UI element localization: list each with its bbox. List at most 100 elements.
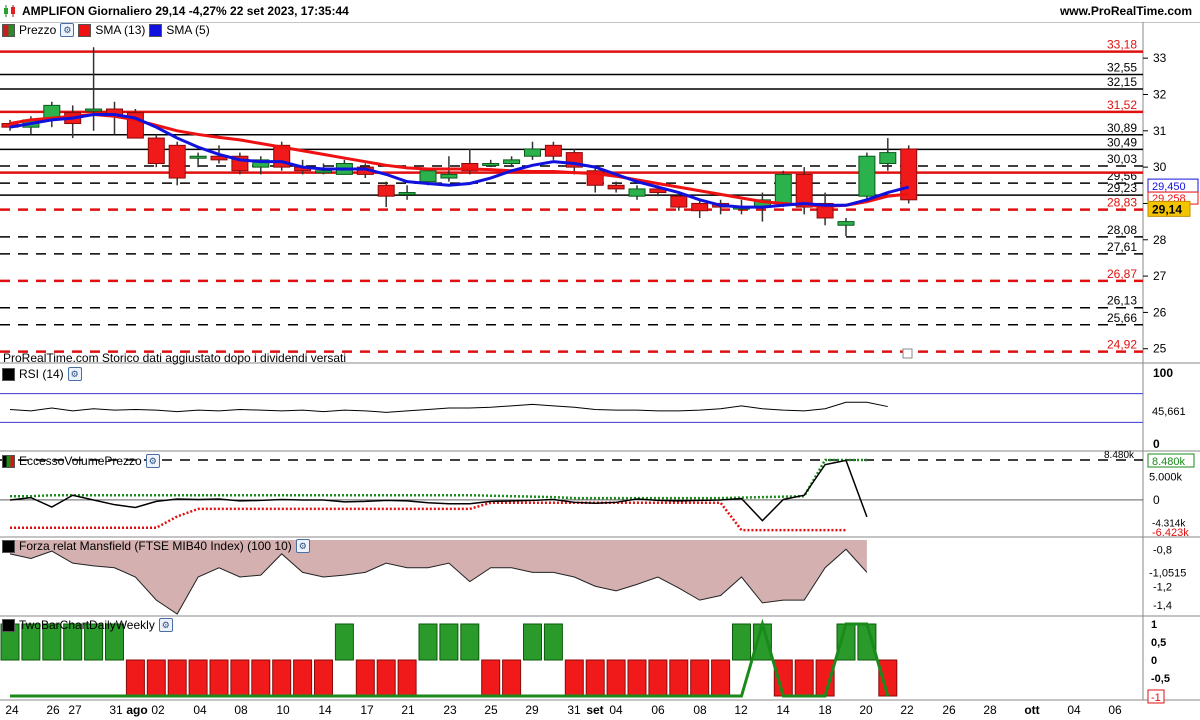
mansfield-tick-label: -1,4 [1153,600,1172,612]
title-bar: AMPLIFON Giornaliero 29,14 -4,27% 22 set… [0,0,1200,22]
x-axis-label: 06 [651,703,665,717]
level-label: 32,55 [1107,61,1137,75]
site-link[interactable]: www.ProRealTime.com [1060,4,1192,18]
candle [670,195,688,208]
level-label: 32,15 [1107,75,1137,89]
twobar-bar [251,659,271,697]
twobar-bar [606,659,626,697]
instrument-title: AMPLIFON Giornaliero 29,14 -4,27% 22 set… [22,4,349,18]
candle [900,148,918,201]
candle [524,148,541,157]
twobar-bar [481,659,501,697]
x-axis-label: 02 [151,703,165,717]
candle [377,184,395,197]
mansfield-swatch [2,539,15,553]
info-icon [902,348,913,359]
candle [544,144,562,157]
twobar-bar [418,623,438,661]
candle [147,137,165,164]
candle [315,170,332,174]
wrench-icon[interactable]: ⚙ [295,539,310,553]
level-label: 31,52 [1107,98,1137,112]
twobar-bar [648,659,668,697]
data-note: ProRealTime.com Storico dati aggiustato … [3,351,347,365]
twobar-bar [230,659,250,697]
x-axis-label: 31 [567,703,581,717]
last-price-label: 29,14 [1152,202,1182,216]
twobar-bar [564,659,584,697]
twobar-legend: TwoBarChartDailyWeekly ⚙ [2,617,173,633]
rsi-value-label: 45,661 [1152,406,1186,418]
x-axis-label: 29 [525,703,539,717]
twobar-bar [543,623,563,661]
twobar-bar [585,659,605,697]
price-swatch [2,23,15,37]
x-axis-label: ott [1024,703,1039,717]
level-label: 24,92 [1107,338,1137,352]
twobar-bar [439,623,459,661]
x-axis-label: 26 [46,703,60,717]
twobar-legend-label: TwoBarChartDailyWeekly [19,618,155,632]
twobar-bar [376,659,396,697]
rsi-tick-label: 0 [1153,437,1160,451]
candle [503,159,521,164]
twobar-bar [272,659,292,697]
twobar-swatch [2,618,15,632]
twobar-bar [523,623,542,661]
candle [189,155,207,159]
twobar-tick-label: -0,5 [1151,673,1170,685]
twobar-tick-label: 0 [1151,655,1157,667]
axis-tick-label: 25 [1153,342,1167,356]
twobar-bar [794,659,814,697]
rsi-legend: RSI (14) ⚙ [2,366,82,382]
x-axis-label: 06 [1108,703,1122,717]
x-axis-label: 23 [443,703,457,717]
candle [628,188,646,197]
twobar-bar [460,623,480,661]
price-legend: Prezzo ⚙ SMA (13) SMA (5) [2,22,210,38]
rsi-swatch [2,367,15,381]
sma13-legend-label: SMA (13) [95,23,146,37]
volume-legend: EccessoVolumePrezzo ⚙ [2,453,160,469]
x-axis-label: 17 [360,703,374,717]
mansfield-value-label: -1,0515 [1149,568,1186,580]
twobar-bar [314,659,333,697]
level-label: 26,13 [1107,294,1137,308]
x-axis-label: 08 [693,703,707,717]
candle [837,221,855,226]
wrench-icon[interactable]: ⚙ [145,454,160,468]
level-label: 28,08 [1107,223,1137,237]
x-axis-label: 26 [942,703,956,717]
x-axis-label: 27 [68,703,82,717]
twobar-bar [627,659,647,697]
x-axis-label: 12 [734,703,748,717]
twobar-tick-label: 0,5 [1151,637,1166,649]
x-axis-label: 20 [859,703,873,717]
mansfield-legend: Forza relat Mansfield (FTSE MIB40 Index)… [2,538,310,554]
sma5-value-label: 29,450 [1152,181,1186,193]
axis-tick-label: 33 [1153,51,1167,65]
candle [607,184,625,190]
candle [168,144,186,179]
x-axis-label: 10 [276,703,290,717]
twobar-bar [690,659,710,697]
x-axis-label: set [586,703,603,717]
wrench-icon[interactable]: ⚙ [60,23,75,37]
twobar-bar [355,659,375,697]
candle [398,192,416,196]
mansfield-tick-label: -1,2 [1153,581,1172,593]
axis-tick-label: 30 [1153,160,1167,174]
wrench-icon[interactable]: ⚙ [158,618,173,632]
twobar-bar [397,659,417,697]
wrench-icon[interactable]: ⚙ [67,367,82,381]
volume-tick-label: 0 [1153,493,1160,507]
twobar-bar [711,659,731,697]
x-axis-label: 24 [5,703,19,717]
axis-tick-label: 26 [1153,305,1167,319]
sma13-swatch [78,23,92,37]
candle [858,155,876,197]
x-axis-label: 21 [401,703,415,717]
level-label: 30,49 [1107,135,1137,149]
twobar-bar [209,659,229,697]
sma5-swatch [149,23,163,37]
